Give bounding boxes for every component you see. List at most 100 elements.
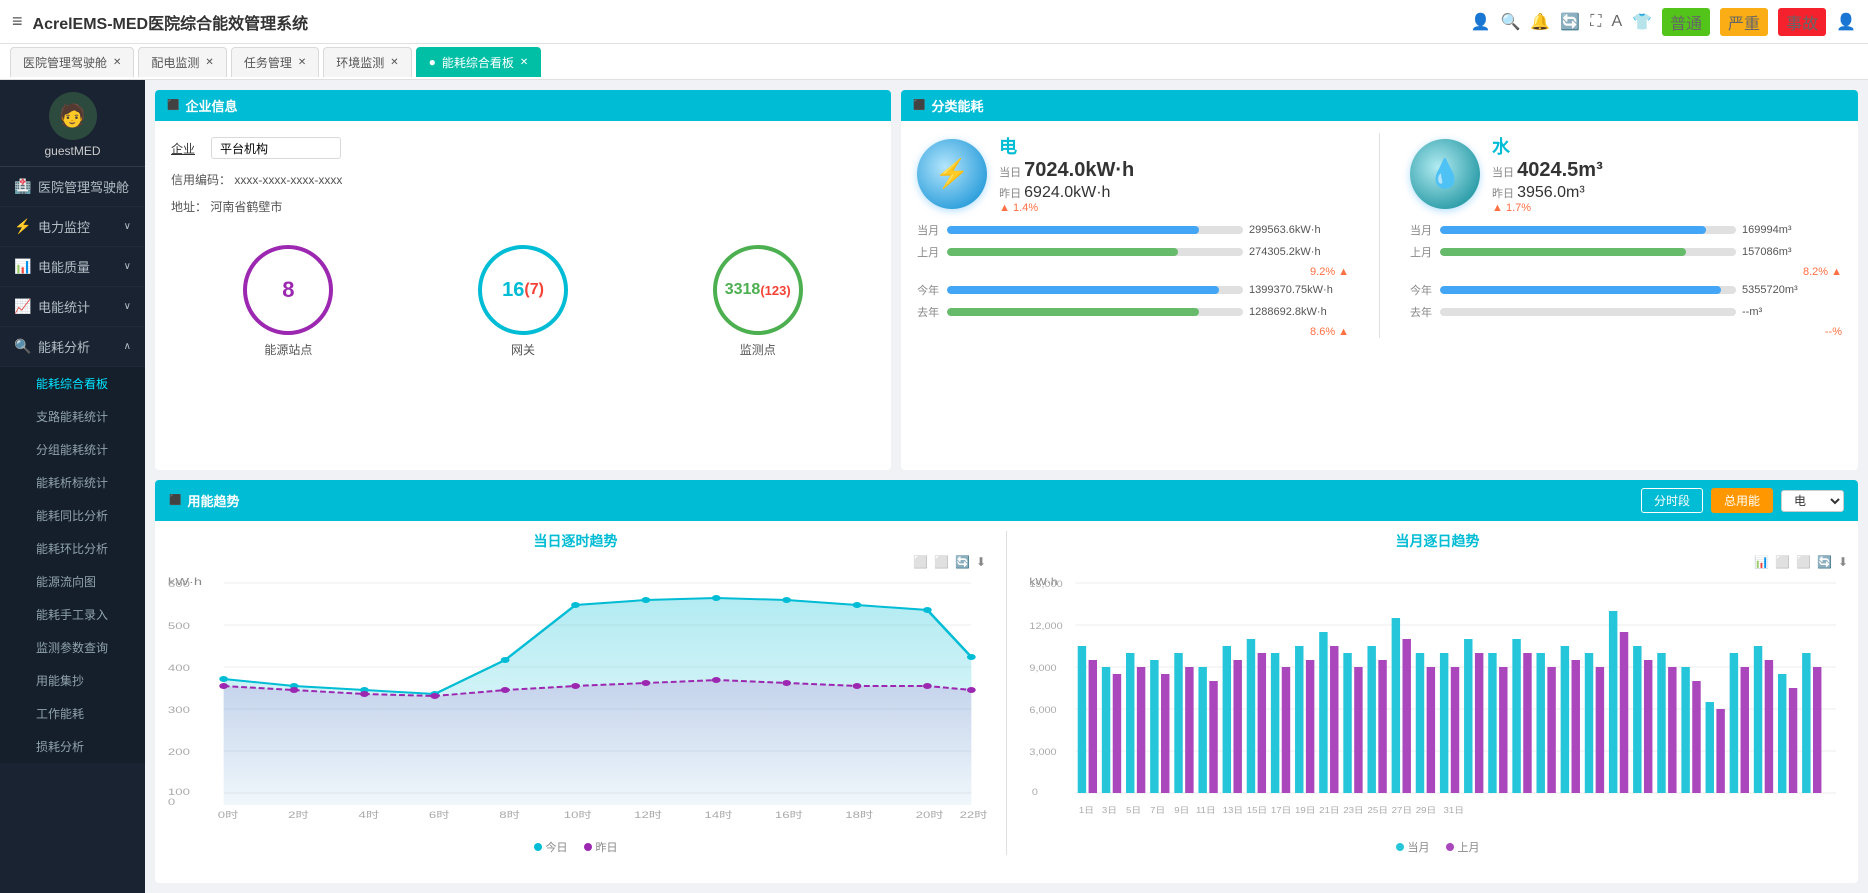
badge-warn[interactable]: 严重 xyxy=(1720,8,1768,36)
svg-text:6,000: 6,000 xyxy=(1029,706,1057,716)
sidebar-item-branch[interactable]: 支路能耗统计 xyxy=(0,400,145,433)
sidebar-item-hospital[interactable]: 🏥 医院管理驾驶舱 xyxy=(0,167,145,207)
bell-icon[interactable]: 🔔 xyxy=(1530,12,1550,32)
tab-close-2[interactable]: ✕ xyxy=(298,57,306,68)
elec-bar-fill-4 xyxy=(947,308,1199,316)
chart-icon-2[interactable]: ⬜ xyxy=(934,555,949,569)
tab-close-1[interactable]: ✕ xyxy=(205,57,213,68)
legend-current-month: 当月 xyxy=(1396,839,1430,855)
badge-error[interactable]: 事故 xyxy=(1778,8,1826,36)
water-bar-current-year: 今年 5355720m³ xyxy=(1410,282,1842,298)
btn-period[interactable]: 分时段 xyxy=(1641,488,1703,513)
svg-text:0: 0 xyxy=(1032,788,1039,798)
tab-env[interactable]: 环境监测 ✕ xyxy=(323,47,411,77)
water-icon: 💧 xyxy=(1410,139,1480,209)
left-chart-icons: ⬜ ⬜ 🔄 ⬇ xyxy=(165,555,986,569)
chart-refresh-icon[interactable]: 🔄 xyxy=(955,555,970,569)
svg-text:29日: 29日 xyxy=(1416,806,1436,815)
water-bar-track-3 xyxy=(1440,286,1736,294)
sidebar-item-stat[interactable]: 📈 电能统计 ∨ xyxy=(0,287,145,327)
sidebar-item-group[interactable]: 分组能耗统计 xyxy=(0,433,145,466)
sidebar-item-dashboard[interactable]: 能耗综合看板 xyxy=(0,367,145,400)
water-bar-fill-3 xyxy=(1440,286,1721,294)
right-chart-icons: 📊 ⬜ ⬜ 🔄 ⬇ xyxy=(1027,555,1848,569)
sidebar-item-yoy[interactable]: 能耗同比分析 xyxy=(0,499,145,532)
legend-last-month: 上月 xyxy=(1446,839,1480,855)
elec-bar-current-month: 当月 299563.6kW·h xyxy=(917,222,1349,238)
chart-icon-1[interactable]: ⬜ xyxy=(913,555,928,569)
tab-power[interactable]: 配电监测 ✕ xyxy=(138,47,226,77)
sidebar-item-manual[interactable]: 能耗手工录入 xyxy=(0,598,145,631)
menu-icon[interactable]: ≡ xyxy=(12,11,23,32)
water-bar-fill-1 xyxy=(1440,226,1706,234)
svg-text:15,000: 15,000 xyxy=(1029,580,1063,590)
svg-text:11日: 11日 xyxy=(1196,806,1216,815)
tab-close-3[interactable]: ✕ xyxy=(390,57,398,68)
electricity-type: 电 xyxy=(999,133,1134,159)
fullscreen-icon[interactable]: ⛶ xyxy=(1590,13,1601,31)
tab-task[interactable]: 任务管理 ✕ xyxy=(231,47,319,77)
electricity-today-value: 7024.0kW·h xyxy=(1024,159,1134,181)
elec-bar-last-year: 去年 1288692.8kW·h xyxy=(917,304,1349,320)
app-title: AcrelEMS-MED医院综合能效管理系统 xyxy=(33,10,1471,34)
water-pct: ▲ 1.7% xyxy=(1492,202,1603,214)
svg-text:0时: 0时 xyxy=(218,810,239,820)
sidebar-item-flow[interactable]: 能源流向图 xyxy=(0,565,145,598)
stat-icon: 📈 xyxy=(14,298,32,315)
avatar: 🧑 xyxy=(49,92,97,140)
sidebar-item-monitor-query[interactable]: 监测参数查询 xyxy=(0,631,145,664)
tab-close-4[interactable]: ✕ xyxy=(520,57,528,68)
chart-download-icon[interactable]: ⬇ xyxy=(976,555,986,569)
arrow-icon2: ∨ xyxy=(124,261,131,272)
sidebar-item-work-energy[interactable]: 工作能耗 xyxy=(0,697,145,730)
trend-card: 用能趋势 分时段 总用能 电 水 当日逐时趋势 ⬜ ⬜ xyxy=(155,480,1858,883)
company-tab-enterprise[interactable]: 企业 xyxy=(171,140,195,157)
svg-text:23日: 23日 xyxy=(1343,806,1363,815)
left-chart-area: kW·h 600 500 400 300 xyxy=(165,573,986,833)
energy-header: 分类能耗 xyxy=(901,90,1858,121)
right-chart-download-icon[interactable]: ⬇ xyxy=(1838,555,1848,569)
svg-text:25日: 25日 xyxy=(1367,806,1387,815)
elec-bar-fill-3 xyxy=(947,286,1219,294)
svg-text:2时: 2时 xyxy=(288,810,309,820)
elec-bar-track-2 xyxy=(947,248,1243,256)
water-icon-row: 💧 水 当日 4024.5m³ 昨日 3956.0m³ ▲ 1.7% xyxy=(1410,133,1842,214)
svg-text:3日: 3日 xyxy=(1102,806,1117,815)
left-chart-svg: kW·h 600 500 400 300 xyxy=(165,573,986,833)
right-chart-icon-2[interactable]: ⬜ xyxy=(1775,555,1790,569)
company-tab-input[interactable] xyxy=(211,137,341,159)
svg-text:200: 200 xyxy=(168,748,190,758)
right-chart-icon-3[interactable]: ⬜ xyxy=(1796,555,1811,569)
search-icon[interactable]: 🔍 xyxy=(1500,12,1520,32)
energy-station-value: 8 xyxy=(282,277,294,303)
tab-hospital[interactable]: 医院管理驾驶舱 ✕ xyxy=(10,47,134,77)
sidebar-item-mom[interactable]: 能耗环比分析 xyxy=(0,532,145,565)
svg-text:27日: 27日 xyxy=(1392,806,1412,815)
energy-body: ⚡ 电 当日 7024.0kW·h 昨日 6924.0kW·h ▲ 1.4% 当… xyxy=(901,121,1858,350)
btn-total[interactable]: 总用能 xyxy=(1711,488,1773,513)
right-chart-icon-1[interactable]: 📊 xyxy=(1754,555,1769,569)
user-icon[interactable]: 👤 xyxy=(1471,12,1491,32)
avatar-icon[interactable]: 👤 xyxy=(1836,12,1856,32)
energy-select[interactable]: 电 水 xyxy=(1781,490,1844,512)
water-type: 水 xyxy=(1492,133,1603,159)
top-header: ≡ AcrelEMS-MED医院综合能效管理系统 👤 🔍 🔔 🔄 ⛶ A 👕 普… xyxy=(0,0,1868,44)
svg-text:300: 300 xyxy=(168,706,190,716)
tab-energy[interactable]: ● 能耗综合看板 ✕ xyxy=(416,47,542,77)
sidebar-item-quality[interactable]: 📊 电能质量 ∨ xyxy=(0,247,145,287)
svg-text:31日: 31日 xyxy=(1444,806,1464,815)
badge-normal[interactable]: 普通 xyxy=(1662,8,1710,36)
svg-text:400: 400 xyxy=(168,664,190,674)
analysis-icon: 🔍 xyxy=(14,338,32,355)
shirt-icon[interactable]: 👕 xyxy=(1632,12,1652,32)
font-icon[interactable]: A xyxy=(1611,13,1622,31)
gateway-label: 网关 xyxy=(478,341,568,358)
sidebar-item-collect[interactable]: 用能集抄 xyxy=(0,664,145,697)
right-chart-refresh-icon[interactable]: 🔄 xyxy=(1817,555,1832,569)
sidebar-item-loss[interactable]: 损耗分析 xyxy=(0,730,145,763)
refresh-icon[interactable]: 🔄 xyxy=(1560,12,1580,32)
sidebar-item-benchmark[interactable]: 能耗析标统计 xyxy=(0,466,145,499)
sidebar-item-power[interactable]: ⚡ 电力监控 ∨ xyxy=(0,207,145,247)
tab-close-0[interactable]: ✕ xyxy=(113,57,121,68)
sidebar-item-analysis[interactable]: 🔍 能耗分析 ∧ xyxy=(0,327,145,367)
